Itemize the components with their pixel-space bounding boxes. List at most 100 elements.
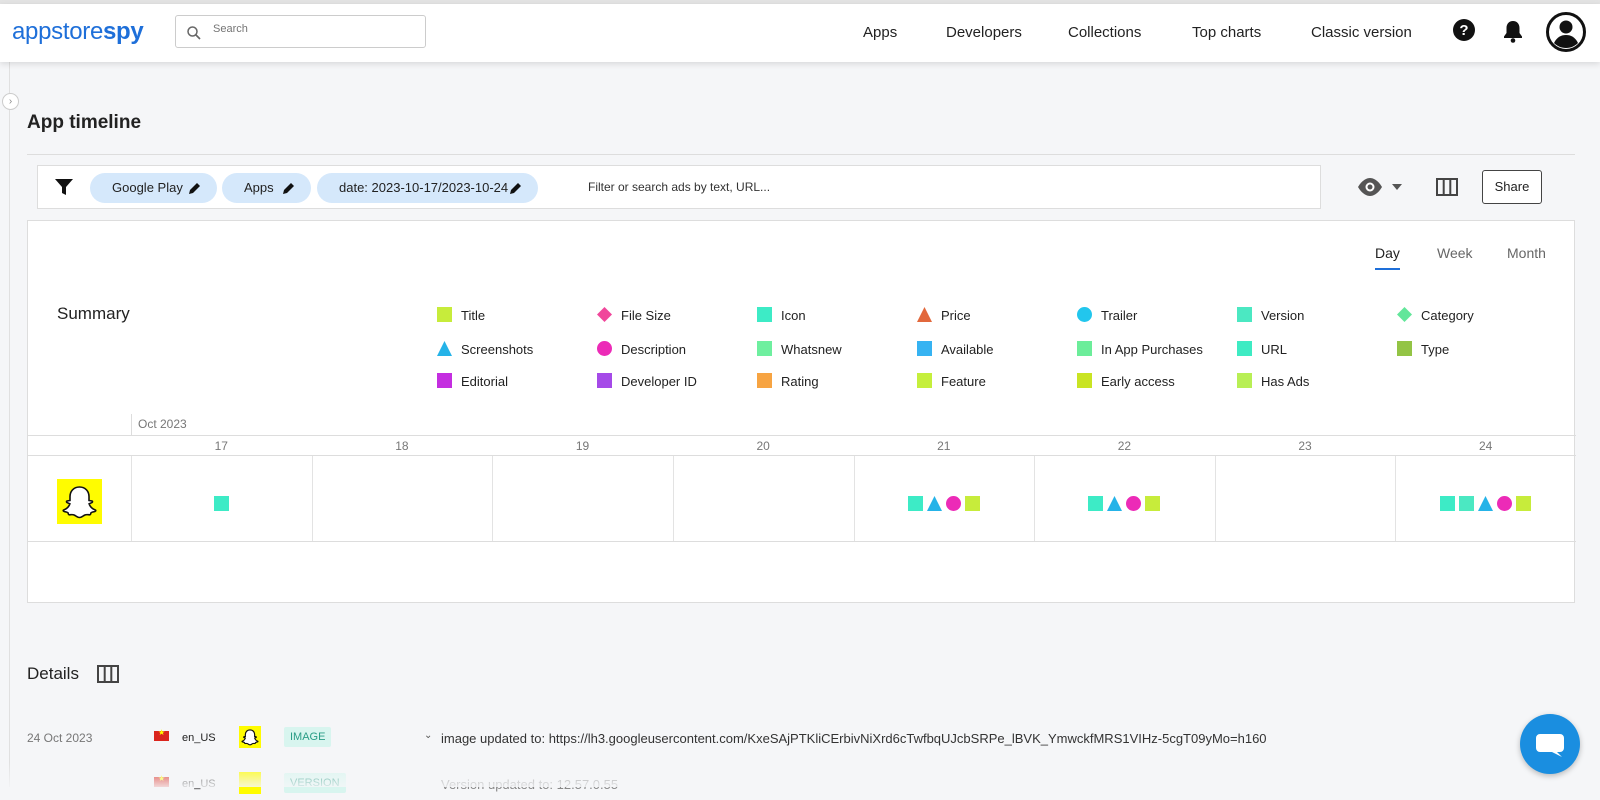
legend-label: Screenshots	[461, 342, 534, 357]
page-title: App timeline	[27, 112, 142, 133]
legend-label: Title	[461, 308, 486, 323]
detail-row[interactable]: 24 Oct 2023 en_US IMAGE ⌄ image updated …	[0, 724, 1600, 754]
filter-funnel-icon[interactable]	[54, 177, 74, 197]
change-marker-icon[interactable]	[1088, 496, 1104, 516]
legend-marker-triangle	[917, 307, 932, 325]
change-marker-title[interactable]	[1516, 496, 1532, 516]
columns-icon[interactable]	[1436, 178, 1458, 196]
edit-pencil-icon[interactable]	[509, 181, 523, 195]
snapchat-ghost-icon	[62, 486, 97, 519]
legend-marker-square	[437, 373, 452, 391]
change-marker-title[interactable]	[964, 496, 980, 516]
legend-marker-diamond	[597, 307, 612, 325]
nav-apps[interactable]: Apps	[863, 24, 897, 41]
logo-text-bold: spy	[103, 18, 144, 45]
legend-label: In App Purchases	[1101, 342, 1203, 357]
legend-label: Description	[621, 342, 687, 357]
change-marker-description[interactable]	[945, 496, 961, 516]
legend-label: Feature	[941, 374, 986, 389]
filter-chip-date[interactable]: date: 2023-10-17/2023-10-24	[317, 173, 538, 203]
tab-week[interactable]: Week	[1437, 245, 1473, 261]
day-cell-divider	[672, 456, 674, 541]
details-columns-icon[interactable]	[97, 665, 119, 683]
change-marker-icon[interactable]	[213, 496, 229, 516]
change-marker-title[interactable]	[1145, 496, 1161, 516]
details-title: Details	[27, 664, 79, 683]
chip-label: date: 2023-10-17/2023-10-24	[339, 180, 509, 195]
legend-marker-square	[757, 373, 772, 391]
legend-marker-square	[1397, 341, 1412, 359]
month-label: Oct 2023	[138, 417, 187, 431]
edit-pencil-icon[interactable]	[282, 181, 296, 195]
filter-chip-store[interactable]: Google Play	[90, 173, 217, 203]
change-marker-screenshots[interactable]	[1478, 496, 1494, 516]
legend-marker-square	[1077, 341, 1092, 359]
change-marker-description[interactable]	[1497, 496, 1513, 516]
change-type-badge: IMAGE	[284, 727, 332, 747]
logo-text-light: appstore	[12, 18, 103, 45]
search-icon	[187, 26, 201, 40]
top-header: appstorespy Apps Developers Collections …	[0, 4, 1600, 62]
edit-pencil-icon[interactable]	[188, 181, 202, 195]
day-cell-divider	[131, 456, 132, 541]
detail-message: image updated to: https://lh3.googleuser…	[441, 731, 1267, 746]
chip-label: Apps	[244, 180, 274, 195]
legend-label: Price	[941, 308, 971, 323]
legend-marker-square	[917, 373, 932, 391]
search-input[interactable]	[213, 23, 413, 35]
visibility-eye-icon[interactable]	[1357, 177, 1403, 197]
change-marker-version[interactable]	[1459, 496, 1475, 516]
nav-collections[interactable]: Collections	[1068, 24, 1141, 41]
legend-label: Icon	[781, 308, 806, 323]
nav-developers[interactable]: Developers	[946, 24, 1022, 41]
legend-label: Type	[1421, 342, 1450, 357]
legend-marker-square	[1077, 373, 1092, 391]
sidebar-toggle-chevron-icon[interactable]: ›	[2, 93, 19, 110]
active-tab-indicator	[1375, 268, 1400, 270]
legend-marker-square	[757, 341, 772, 359]
tab-month[interactable]: Month	[1507, 245, 1546, 261]
user-avatar-icon[interactable]	[1546, 12, 1586, 52]
help-icon[interactable]: ?	[1452, 18, 1476, 42]
appstorespy-logo[interactable]: appstorespy	[12, 18, 144, 46]
legend-marker-square	[1237, 341, 1252, 359]
legend-label: Category	[1421, 308, 1474, 323]
legend-label: Trailer	[1101, 308, 1138, 323]
legend-label: Early access	[1101, 374, 1175, 389]
detail-locale: en_US	[182, 732, 216, 744]
day-cell-divider	[1214, 456, 1216, 541]
legend-marker-square	[917, 341, 932, 359]
svg-text:?: ?	[1459, 22, 1468, 39]
day-label: 23	[1298, 439, 1312, 453]
change-marker-screenshots[interactable]	[926, 496, 942, 516]
change-marker-icon[interactable]	[907, 496, 923, 516]
tab-day[interactable]: Day	[1375, 245, 1400, 261]
change-marker-description[interactable]	[1126, 496, 1142, 516]
legend-marker-square	[1237, 373, 1252, 391]
legend-marker-circle	[597, 341, 612, 359]
change-marker-icon[interactable]	[1440, 496, 1456, 516]
filter-bar: Google Play Apps date: 2023-10-17/2023-1…	[37, 165, 1321, 209]
legend-label: Developer ID	[621, 374, 697, 389]
legend-marker-square	[757, 307, 772, 325]
filter-search-input[interactable]: Filter or search ads by text, URL...	[588, 180, 770, 194]
notification-bell-icon[interactable]	[1502, 19, 1524, 43]
row-divider	[28, 541, 1576, 542]
filter-chip-type[interactable]: Apps	[222, 173, 311, 203]
expand-chevron-icon[interactable]: ⌄	[424, 730, 432, 741]
snapchat-app-icon[interactable]	[57, 479, 102, 524]
change-marker-screenshots[interactable]	[1107, 496, 1123, 516]
nav-classic-version[interactable]: Classic version	[1311, 24, 1412, 41]
search-box[interactable]	[175, 15, 426, 48]
nav-top-charts[interactable]: Top charts	[1192, 24, 1261, 41]
sidebar-edge	[9, 62, 10, 787]
legend-label: URL	[1261, 342, 1288, 357]
share-button[interactable]: Share	[1482, 170, 1542, 204]
legend-label: File Size	[621, 308, 671, 323]
snapchat-mini-icon	[239, 726, 261, 748]
day-label: 17	[214, 439, 228, 453]
day-cell-divider	[1034, 456, 1036, 541]
day-label: 19	[575, 439, 590, 453]
chat-widget-button[interactable]	[1520, 714, 1580, 774]
summary-label: Summary	[57, 304, 130, 323]
